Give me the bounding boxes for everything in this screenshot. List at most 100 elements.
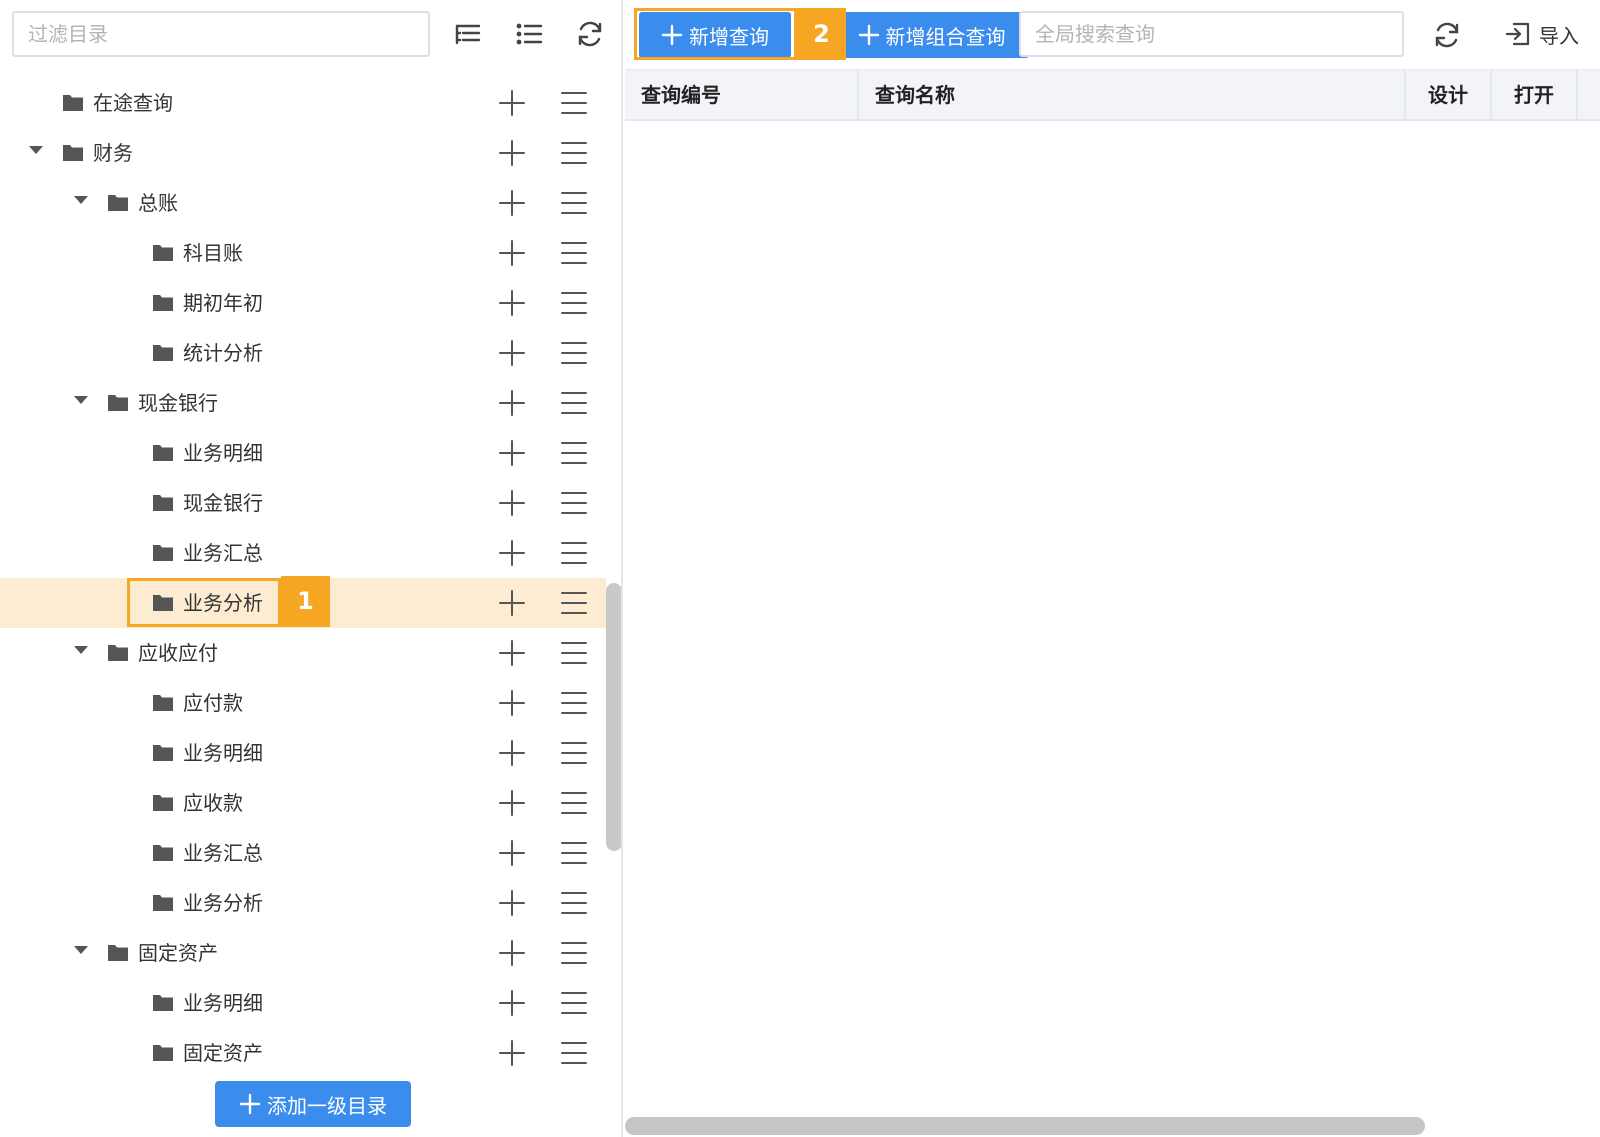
- tree-node-label[interactable]: 现金银行: [138, 389, 218, 417]
- caret-down-icon[interactable]: [74, 946, 88, 954]
- add-child-icon[interactable]: [498, 239, 526, 267]
- tree-node-label[interactable]: 业务明细: [183, 989, 263, 1017]
- tree-node[interactable]: 业务分析: [0, 878, 606, 928]
- tree-node-label[interactable]: 业务分析: [183, 889, 263, 917]
- add-top-level-directory-button[interactable]: 添加一级目录: [215, 1081, 411, 1127]
- node-menu-icon[interactable]: [560, 890, 588, 916]
- add-child-icon[interactable]: [498, 389, 526, 417]
- tree-node[interactable]: 应收款: [0, 778, 606, 828]
- node-menu-icon[interactable]: [560, 540, 588, 566]
- add-child-icon[interactable]: [498, 189, 526, 217]
- tree-node[interactable]: 业务明细: [0, 978, 606, 1028]
- tree-node-label[interactable]: 应收款: [183, 789, 243, 817]
- node-menu-icon[interactable]: [560, 790, 588, 816]
- tree-node[interactable]: 现金银行: [0, 378, 606, 428]
- import-button[interactable]: 导入: [1505, 18, 1579, 50]
- node-menu-icon[interactable]: [560, 690, 588, 716]
- tree-node[interactable]: 固定资产: [0, 928, 606, 978]
- tree-node[interactable]: 财务: [0, 128, 606, 178]
- new-query-button[interactable]: 新增查询: [639, 12, 791, 58]
- add-child-icon[interactable]: [498, 939, 526, 967]
- add-child-icon[interactable]: [498, 339, 526, 367]
- node-menu-icon[interactable]: [560, 990, 588, 1016]
- caret-down-icon[interactable]: [74, 196, 88, 204]
- tree-node[interactable]: 应收应付: [0, 628, 606, 678]
- list-icon[interactable]: [513, 18, 545, 50]
- tree-node-label[interactable]: 总账: [138, 189, 178, 217]
- tree-node[interactable]: 业务明细: [0, 428, 606, 478]
- tree-node-label[interactable]: 业务明细: [183, 739, 263, 767]
- add-child-icon[interactable]: [498, 589, 526, 617]
- tree-node-label[interactable]: 业务明细: [183, 439, 263, 467]
- tree-node[interactable]: 现金银行: [0, 478, 606, 528]
- column-header-query-name[interactable]: 查询名称: [859, 70, 1406, 120]
- column-header-open[interactable]: 打开: [1492, 70, 1578, 120]
- tree-node[interactable]: 固定资产: [0, 1028, 606, 1078]
- expand-tree-icon[interactable]: [452, 18, 484, 50]
- node-menu-icon[interactable]: [560, 290, 588, 316]
- tree-node-label[interactable]: 固定资产: [183, 1039, 263, 1067]
- node-menu-icon[interactable]: [560, 440, 588, 466]
- tree-node-label[interactable]: 现金银行: [183, 489, 263, 517]
- add-child-icon[interactable]: [498, 539, 526, 567]
- node-menu-icon[interactable]: [560, 640, 588, 666]
- tree-node[interactable]: 科目账: [0, 228, 606, 278]
- tree-node[interactable]: 业务汇总: [0, 528, 606, 578]
- add-child-icon[interactable]: [498, 289, 526, 317]
- caret-down-icon[interactable]: [29, 146, 43, 154]
- node-menu-icon[interactable]: [560, 840, 588, 866]
- node-menu-icon[interactable]: [560, 190, 588, 216]
- tree-node-label[interactable]: 固定资产: [138, 939, 218, 967]
- horizontal-scrollbar[interactable]: [625, 1117, 1425, 1135]
- tree-node-label[interactable]: 业务分析: [183, 589, 263, 617]
- tree-node-label[interactable]: 财务: [93, 139, 133, 167]
- add-child-icon[interactable]: [498, 139, 526, 167]
- refresh-icon[interactable]: [1431, 19, 1463, 51]
- tree-node[interactable]: 期初年初: [0, 278, 606, 328]
- node-menu-icon[interactable]: [560, 940, 588, 966]
- add-child-icon[interactable]: [498, 439, 526, 467]
- column-header-design[interactable]: 设计: [1406, 70, 1492, 120]
- node-menu-icon[interactable]: [560, 140, 588, 166]
- add-child-icon[interactable]: [498, 889, 526, 917]
- tree-node[interactable]: 总账: [0, 178, 606, 228]
- add-child-icon[interactable]: [498, 839, 526, 867]
- node-menu-icon[interactable]: [560, 590, 588, 616]
- column-header-query-code[interactable]: 查询编号: [625, 70, 859, 120]
- node-menu-icon[interactable]: [560, 240, 588, 266]
- tree-node-label[interactable]: 应收应付: [138, 639, 218, 667]
- tree-node[interactable]: 统计分析: [0, 328, 606, 378]
- tree-node-label[interactable]: 在途查询: [93, 89, 173, 117]
- tree-node-label[interactable]: 业务汇总: [183, 839, 263, 867]
- add-child-icon[interactable]: [498, 489, 526, 517]
- add-child-icon[interactable]: [498, 739, 526, 767]
- tree-node[interactable]: 应付款: [0, 678, 606, 728]
- tree-node[interactable]: 业务明细: [0, 728, 606, 778]
- add-child-icon[interactable]: [498, 89, 526, 117]
- refresh-icon[interactable]: [574, 18, 606, 50]
- tree-node[interactable]: 在途查询: [0, 78, 606, 128]
- node-menu-icon[interactable]: [560, 490, 588, 516]
- node-menu-icon[interactable]: [560, 90, 588, 116]
- add-child-icon[interactable]: [498, 689, 526, 717]
- tree-node-label[interactable]: 应付款: [183, 689, 243, 717]
- global-search-input[interactable]: [1019, 11, 1404, 57]
- caret-down-icon[interactable]: [74, 396, 88, 404]
- node-menu-icon[interactable]: [560, 340, 588, 366]
- tree-node-label[interactable]: 期初年初: [183, 289, 263, 317]
- caret-down-icon[interactable]: [74, 646, 88, 654]
- vertical-scrollbar[interactable]: [606, 583, 621, 851]
- tree-node-label[interactable]: 科目账: [183, 239, 243, 267]
- tree-node[interactable]: 业务汇总: [0, 828, 606, 878]
- new-combo-query-button[interactable]: 新增组合查询: [834, 12, 1029, 58]
- add-child-icon[interactable]: [498, 639, 526, 667]
- add-child-icon[interactable]: [498, 789, 526, 817]
- add-child-icon[interactable]: [498, 1039, 526, 1067]
- node-menu-icon[interactable]: [560, 390, 588, 416]
- tree-node-label[interactable]: 业务汇总: [183, 539, 263, 567]
- tree-node-label[interactable]: 统计分析: [183, 339, 263, 367]
- node-menu-icon[interactable]: [560, 740, 588, 766]
- node-menu-icon[interactable]: [560, 1040, 588, 1066]
- add-child-icon[interactable]: [498, 989, 526, 1017]
- filter-directory-input[interactable]: [12, 11, 430, 57]
